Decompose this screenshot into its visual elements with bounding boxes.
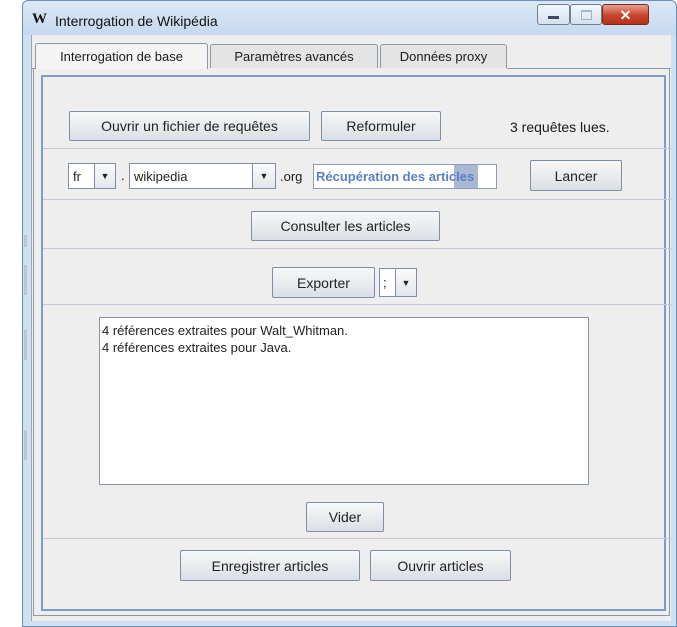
chevron-down-icon: ▼ xyxy=(401,277,411,288)
minimize-button[interactable] xyxy=(537,4,570,25)
log-line: 4 références extraites pour Java. xyxy=(102,340,292,355)
clear-button[interactable]: Vider xyxy=(306,502,384,532)
chevron-down-icon: ▼ xyxy=(100,171,110,181)
minimize-icon xyxy=(548,16,559,19)
site-dropdown-button[interactable]: ▼ xyxy=(252,163,276,189)
progress-bar: Récupération des articles xyxy=(313,164,497,189)
site-select[interactable]: wikipedia xyxy=(129,163,253,189)
separator-dropdown-button[interactable]: ▼ xyxy=(395,268,417,297)
domain-suffix: .org xyxy=(280,169,303,184)
open-queries-file-button[interactable]: Ouvrir un fichier de requêtes xyxy=(69,111,310,141)
close-icon: ✕ xyxy=(619,6,632,23)
frame-edge-mark xyxy=(24,330,27,360)
maximize-icon xyxy=(580,9,592,20)
tab-donnees-proxy[interactable]: Données proxy xyxy=(380,44,507,68)
section-divider xyxy=(43,304,672,305)
frame-edge-mark xyxy=(24,265,27,295)
log-textarea[interactable]: 4 références extraites pour Walt_Whitman… xyxy=(99,317,589,485)
export-button[interactable]: Exporter xyxy=(272,267,375,298)
progress-text: Récupération des articles xyxy=(316,169,475,184)
queries-status-text: 3 requêtes lues. xyxy=(510,119,610,135)
maximize-button[interactable] xyxy=(570,4,602,25)
language-dropdown-button[interactable]: ▼ xyxy=(94,163,116,189)
open-articles-button[interactable]: Ouvrir articles xyxy=(370,550,511,581)
domain-dot: . xyxy=(121,168,125,183)
launch-button[interactable]: Lancer xyxy=(530,160,622,191)
tab-interrogation-de-base[interactable]: Interrogation de base xyxy=(35,43,208,69)
app-logo-icon: W xyxy=(32,11,47,27)
separator-select[interactable]: ; xyxy=(379,268,396,297)
frame-edge-mark xyxy=(24,235,27,247)
window-title: Interrogation de Wikipédia xyxy=(55,13,218,29)
section-divider xyxy=(43,538,672,539)
frame-edge-mark xyxy=(24,430,27,460)
section-divider xyxy=(43,199,672,200)
section-divider xyxy=(43,248,672,249)
tab-parametres-avances[interactable]: Paramètres avancés xyxy=(210,44,378,68)
close-button[interactable]: ✕ xyxy=(602,4,649,25)
save-articles-button[interactable]: Enregistrer articles xyxy=(180,550,360,581)
consult-articles-button[interactable]: Consulter les articles xyxy=(251,211,440,241)
section-divider xyxy=(43,148,672,149)
language-select[interactable]: fr xyxy=(68,163,95,189)
log-line: 4 références extraites pour Walt_Whitman… xyxy=(102,323,348,338)
chevron-down-icon: ▼ xyxy=(259,171,269,181)
reformulate-button[interactable]: Reformuler xyxy=(321,111,441,141)
